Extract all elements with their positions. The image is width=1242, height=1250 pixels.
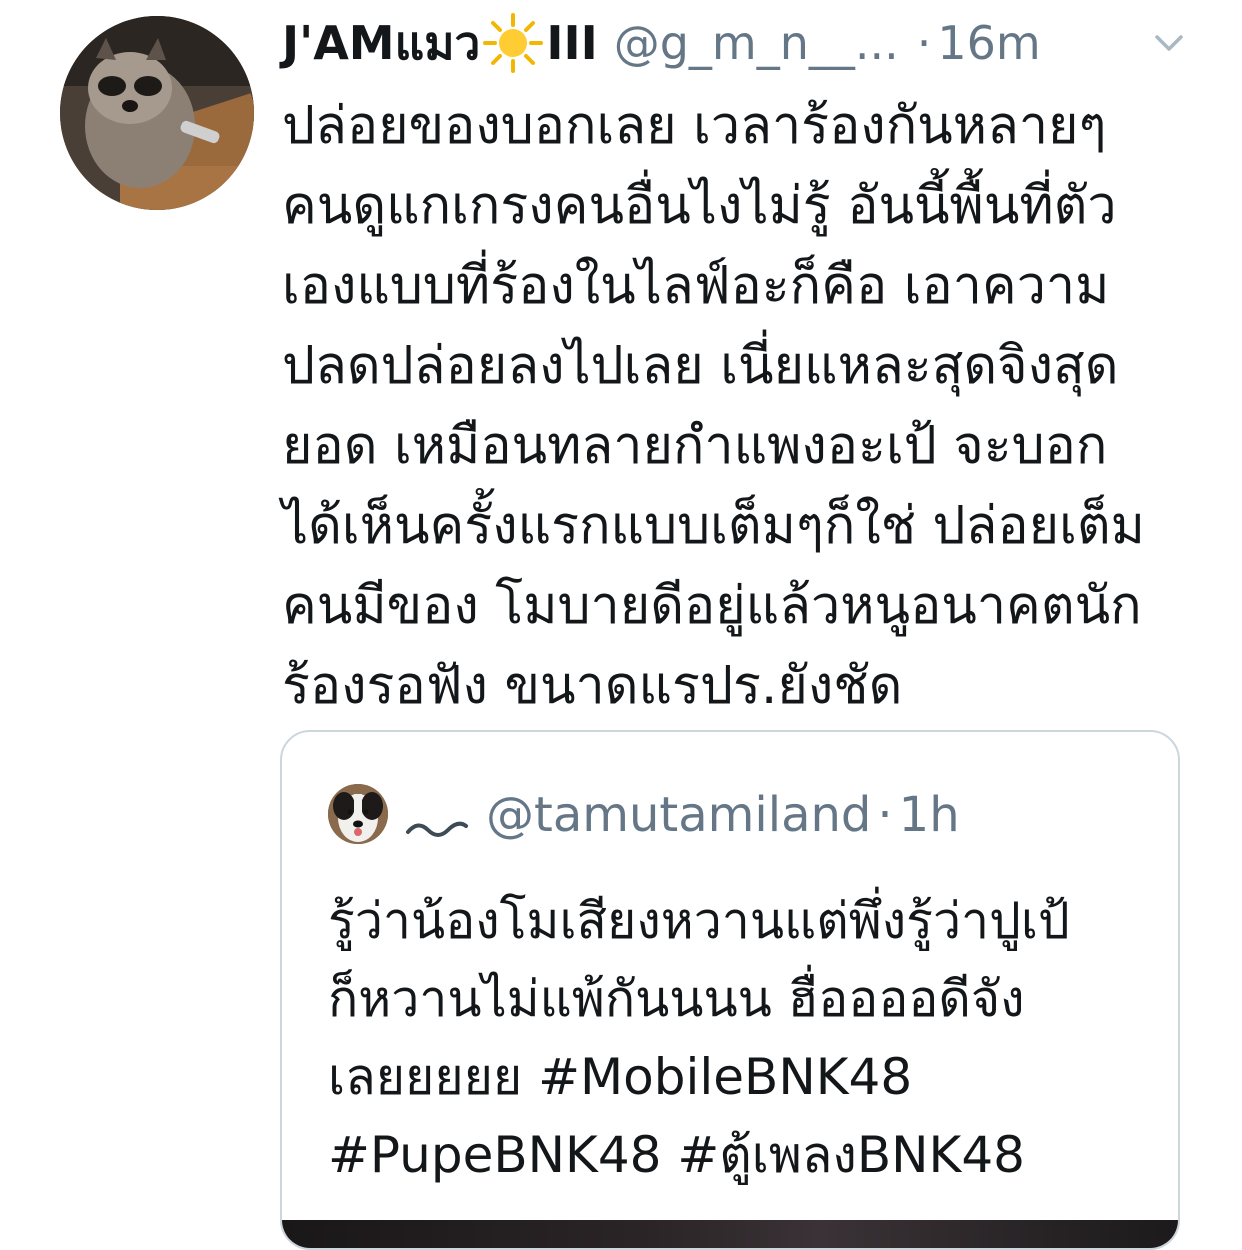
timestamp[interactable]: 16m <box>937 8 1040 78</box>
dog-avatar-image <box>328 784 388 844</box>
quote-avatar[interactable] <box>328 784 388 844</box>
quote-handle[interactable]: @tamutamiland <box>486 787 871 843</box>
avatar[interactable] <box>60 16 254 210</box>
quoted-tweet[interactable]: @tamutamiland · 1h รู้ว่าน้องโมเสียงหวาน… <box>280 730 1180 1250</box>
display-name[interactable]: J'AMแมว <box>282 8 480 78</box>
tweet[interactable]: J'AMแมว III @g_m_n__... · 16m ปล่อยของบอ… <box>0 0 1242 1250</box>
quote-header: @tamutamiland · 1h <box>404 780 960 850</box>
quote-media-preview[interactable] <box>282 1220 1178 1248</box>
quote-text: รู้ว่าน้องโมเสียงหวานแต่พึ่งรู้ว่าปูเป้ … <box>328 892 1070 1184</box>
display-name-suffix[interactable]: III <box>546 8 597 78</box>
tweet-header: J'AMแมว III @g_m_n__... · 16m <box>282 8 1202 78</box>
quote-separator-dot: · <box>877 787 893 843</box>
quote-timestamp[interactable]: 1h <box>899 787 960 843</box>
chevron-down-icon[interactable] <box>1152 26 1186 60</box>
tweet-text: ปล่อยของบอกเลย เวลาร้องกันหลายๆ คนดูแกเก… <box>282 96 1145 716</box>
tilde-icon <box>404 800 470 837</box>
sun-icon <box>482 12 544 74</box>
user-handle[interactable]: @g_m_n__... <box>614 8 899 78</box>
raccoon-avatar-image <box>60 16 254 210</box>
separator-dot: · <box>916 16 932 70</box>
